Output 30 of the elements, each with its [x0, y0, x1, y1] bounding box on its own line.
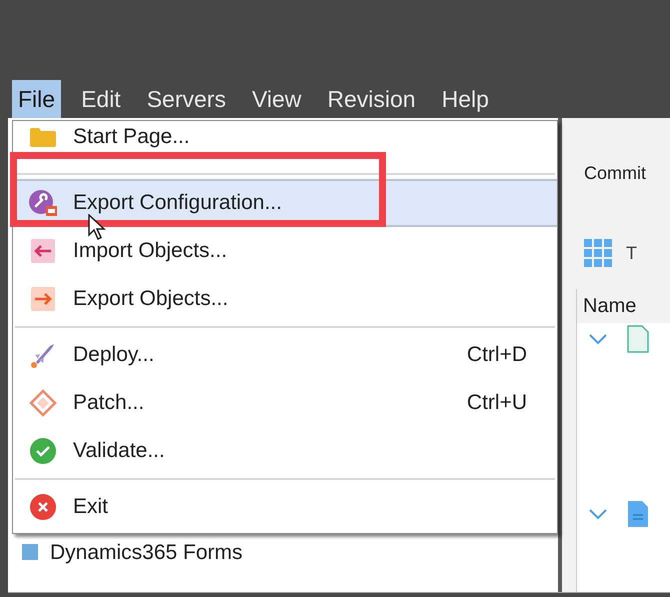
- menu-bar-item[interactable]: Help: [436, 80, 495, 118]
- cursor-icon: [88, 214, 106, 241]
- menu-item[interactable]: Patch... Ctrl+U: [13, 379, 557, 427]
- menu-item[interactable]: Export Objects...: [13, 275, 557, 323]
- check-circle-icon: [29, 437, 57, 465]
- menu-item[interactable]: Deploy... Ctrl+D: [13, 331, 557, 379]
- chevron-icon[interactable]: [589, 508, 607, 520]
- shortcut-label: Ctrl+U: [466, 390, 528, 416]
- tree-item-label[interactable]: Dynamics365 Forms: [50, 536, 243, 568]
- close-icon: [29, 493, 57, 521]
- folder-icon: [30, 127, 56, 147]
- menu-item[interactable]: Import Objects...: [13, 227, 557, 275]
- column-header[interactable]: Name: [577, 289, 670, 323]
- tab[interactable]: Commit: [584, 160, 646, 187]
- menu-bar-item[interactable]: File: [12, 80, 62, 118]
- menu-bar-item[interactable]: Revision: [321, 80, 422, 118]
- menu-item[interactable]: Exit: [13, 483, 557, 531]
- menu-bar-item[interactable]: View: [246, 80, 308, 118]
- chevron-icon[interactable]: [589, 333, 607, 345]
- rocket-icon: [30, 342, 56, 368]
- wrench-badge-icon: [28, 189, 58, 217]
- menu-bar-item[interactable]: Edit: [75, 80, 127, 118]
- shortcut-label: Ctrl+D: [466, 342, 528, 368]
- menu-bar-item[interactable]: Servers: [140, 80, 232, 118]
- diamond-icon: [29, 389, 57, 417]
- file-icon: [627, 325, 649, 353]
- grid-icon[interactable]: [584, 239, 612, 267]
- menu-item[interactable]: Start Page...: [13, 122, 557, 152]
- menu-item[interactable]: Validate...: [13, 427, 557, 475]
- toolbar-label: T: [626, 242, 637, 264]
